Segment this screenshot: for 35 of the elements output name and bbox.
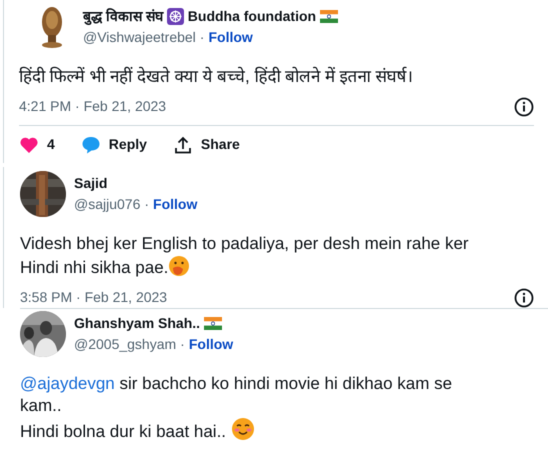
separator-dot: · xyxy=(200,28,204,47)
face-hand-over-mouth-icon xyxy=(168,255,190,277)
like-button[interactable]: 4 xyxy=(19,134,55,155)
info-icon[interactable] xyxy=(514,96,534,116)
separator-dot: · xyxy=(144,195,150,214)
info-icon[interactable] xyxy=(514,288,534,308)
tweet-text: Videsh bhej ker English to padaliya, per desh mein rahe ker xyxy=(20,234,469,253)
follow-link[interactable]: Follow xyxy=(208,27,253,48)
follow-link[interactable]: Follow xyxy=(188,334,234,355)
india-flag-icon xyxy=(204,317,222,330)
author-handle: @sajju076 xyxy=(74,195,140,214)
author-name: Sajid xyxy=(74,174,108,193)
tweet-text: kam.. xyxy=(20,396,62,415)
share-button[interactable]: Share xyxy=(172,134,240,155)
india-flag-icon xyxy=(320,10,338,23)
author-handle: @Vishwajeetrebel xyxy=(83,28,196,47)
tweet-text: Hindi nhi sikha pae. xyxy=(20,258,168,277)
author-name: Ghanshyam Shah.. xyxy=(74,314,200,333)
author-name: बुद्ध विकास संघ xyxy=(83,7,163,27)
separator-dot: · xyxy=(180,335,185,354)
timestamp[interactable]: 4:21 PM · Feb 21, 2023 xyxy=(19,96,166,117)
author-handle: @2005_gshyam xyxy=(74,335,176,354)
timestamp[interactable]: 3:58 PM · Feb 21, 2023 xyxy=(20,287,168,308)
author-name: Buddha foundation xyxy=(188,7,316,26)
share-icon xyxy=(172,136,193,154)
speech-bubble-icon xyxy=(80,136,101,154)
tweet-text: हिंदी फिल्में भी नहीं देखते क्या ये बच्चे, हिंदी बोलने में इतना संघर्ष। xyxy=(19,67,412,86)
heart-icon xyxy=(19,136,39,154)
tweet-text: Hindi bolna dur ki baat hai.. xyxy=(20,422,228,441)
follow-link[interactable]: Follow xyxy=(153,194,198,215)
reply-button[interactable]: Reply xyxy=(80,134,147,155)
smiling-face-icon xyxy=(230,417,255,441)
mention-link[interactable]: @ajaydevgn xyxy=(20,374,115,393)
dharma-wheel-icon xyxy=(166,8,184,25)
tweet-text: sir bachcho ko hindi movie hi dikhao kam se xyxy=(118,374,452,393)
